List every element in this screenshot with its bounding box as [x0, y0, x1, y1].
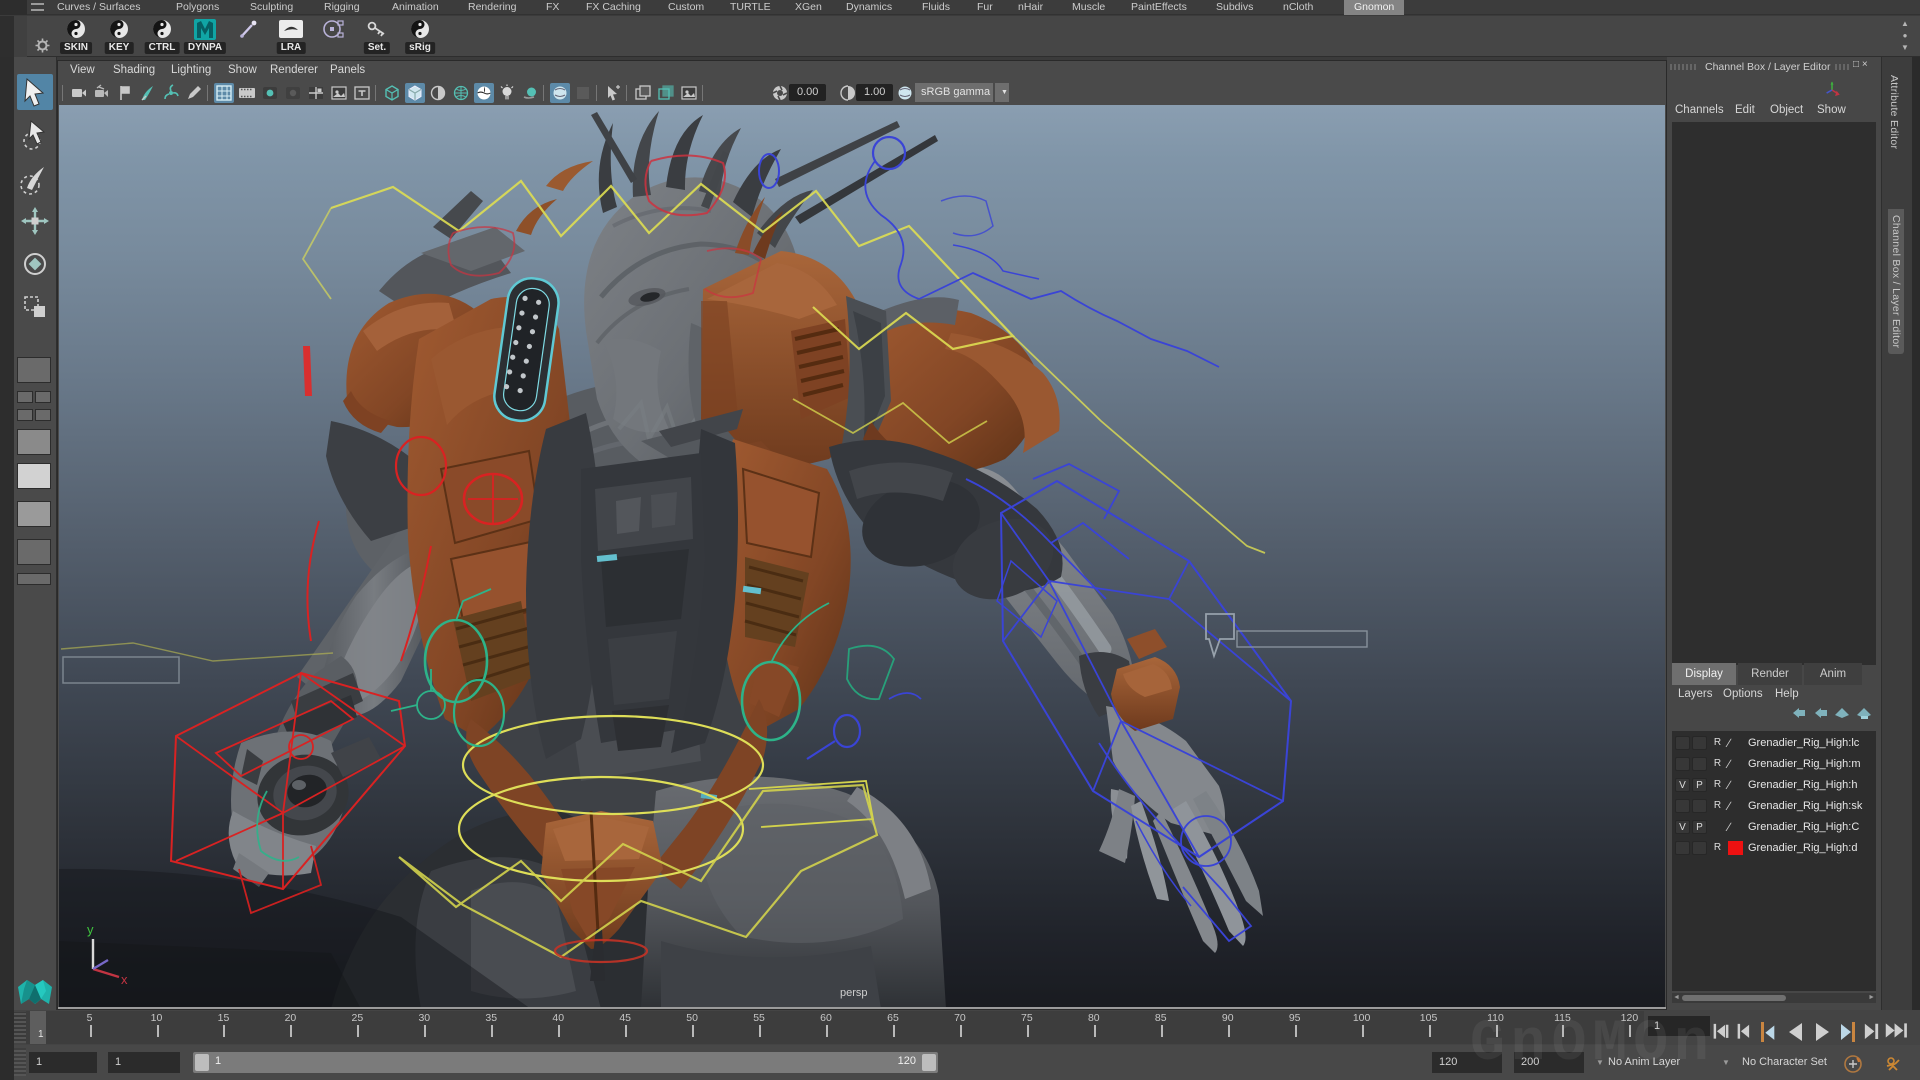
svg-text:x: x	[121, 972, 128, 987]
svg-text:y: y	[87, 922, 94, 937]
